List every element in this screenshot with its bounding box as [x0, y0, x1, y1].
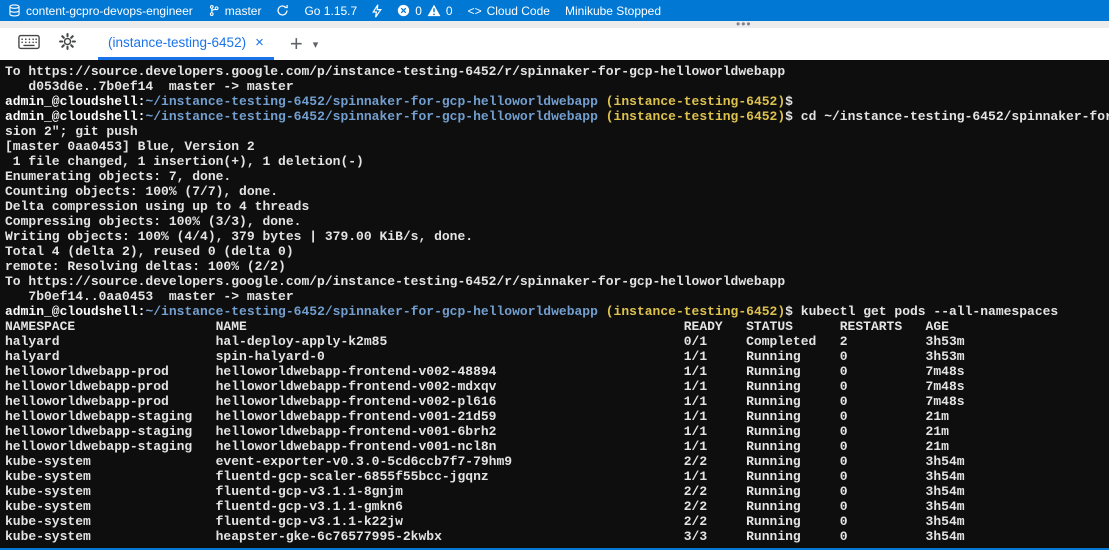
tab-terminal-instance-testing-6452[interactable]: (instance-testing-6452) × — [98, 28, 274, 60]
lightning-icon — [372, 4, 382, 18]
pods-table-row: helloworldwebapp-staging helloworldwebap… — [5, 424, 1109, 439]
terminal-line: Enumerating objects: 7, done. — [5, 169, 1109, 184]
terminal-tabbar: ••• (instance-testing-6452) × — [0, 21, 1109, 60]
pods-table-row: helloworldwebapp-prod helloworldwebapp-f… — [5, 364, 1109, 379]
go-version-label: Go 1.15.7 — [304, 4, 357, 18]
terminal-line: Counting objects: 100% (7/7), done. — [5, 184, 1109, 199]
terminal-line: 1 file changed, 1 insertion(+), 1 deleti… — [5, 154, 1109, 169]
terminal-settings-button[interactable] — [54, 32, 80, 56]
sync-button[interactable] — [276, 4, 289, 17]
warning-icon — [427, 4, 441, 17]
statusbar: content-gcpro-devops-engineer master Go … — [0, 0, 1109, 21]
terminal-line: admin_@cloudshell:~/instance-testing-645… — [5, 109, 1109, 124]
terminal-line: To https://source.developers.google.com/… — [5, 64, 1109, 79]
terminal-line: d053d6e..7b0ef14 master -> master — [5, 79, 1109, 94]
warning-count: 0 — [446, 4, 453, 18]
new-terminal-button[interactable]: + — [290, 33, 303, 55]
project-label: content-gcpro-devops-engineer — [26, 4, 193, 18]
pods-table-row: helloworldwebapp-staging helloworldwebap… — [5, 409, 1109, 424]
terminal-line: admin_@cloudshell:~/instance-testing-645… — [5, 304, 1109, 319]
terminal-line: admin_@cloudshell:~/instance-testing-645… — [5, 94, 1109, 109]
chevron-down-icon[interactable]: ▾ — [313, 38, 319, 51]
error-icon — [397, 4, 410, 17]
pods-table-row: helloworldwebapp-prod helloworldwebapp-f… — [5, 394, 1109, 409]
pods-table-row: kube-system fluentd-gcp-v3.1.1-gmkn6 2/2… — [5, 499, 1109, 514]
problems-button[interactable]: 0 0 — [397, 4, 452, 18]
minikube-status-label: Minikube Stopped — [565, 4, 661, 18]
terminal-line: [master 0aa0453] Blue, Version 2 — [5, 139, 1109, 154]
pods-table-header: NAMESPACE NAME READY STATUS RESTARTS AGE — [5, 319, 1109, 334]
gear-icon — [58, 32, 77, 56]
database-icon — [8, 4, 21, 17]
pods-table-row: halyard hal-deploy-apply-k2m85 0/1 Compl… — [5, 334, 1109, 349]
git-branch-button[interactable]: master — [208, 4, 262, 18]
terminal-line: 7b0ef14..0aa0453 master -> master — [5, 289, 1109, 304]
error-count: 0 — [415, 4, 422, 18]
pods-table-row: halyard spin-halyard-0 1/1 Running 0 3h5… — [5, 349, 1109, 364]
terminal-line: sion 2"; git push — [5, 124, 1109, 139]
pods-table-row: kube-system fluentd-gcp-v3.1.1-k22jw 2/2… — [5, 514, 1109, 529]
branch-icon — [208, 4, 220, 17]
terminal-line: remote: Resolving deltas: 100% (2/2) — [5, 259, 1109, 274]
terminal-line: Total 4 (delta 2), reused 0 (delta 0) — [5, 244, 1109, 259]
branch-label: master — [225, 4, 262, 18]
code-brackets-icon: <> — [468, 5, 482, 17]
minikube-status-button[interactable]: Minikube Stopped — [565, 4, 661, 18]
terminal-line: Writing objects: 100% (4/4), 379 bytes |… — [5, 229, 1109, 244]
panel-divider: ••• — [0, 21, 1109, 28]
pods-table-row: kube-system event-exporter-v0.3.0-5cd6cc… — [5, 454, 1109, 469]
pods-table-row: helloworldwebapp-prod helloworldwebapp-f… — [5, 379, 1109, 394]
pods-table-row: kube-system fluentd-gcp-scaler-6855f55bc… — [5, 469, 1109, 484]
sync-icon — [276, 4, 289, 17]
keyboard-button[interactable] — [16, 32, 42, 56]
tab-close-icon[interactable]: × — [255, 35, 264, 50]
cloud-code-label: Cloud Code — [487, 4, 550, 18]
cloud-code-button[interactable]: <> Cloud Code — [468, 4, 550, 18]
pods-table-row: helloworldwebapp-staging helloworldwebap… — [5, 439, 1109, 454]
keyboard-icon — [18, 34, 40, 55]
pods-table-row: kube-system fluentd-gcp-v3.1.1-8gnjm 2/2… — [5, 484, 1109, 499]
pods-table-row: kube-system heapster-gke-6c76577995-2kwb… — [5, 529, 1109, 544]
terminal-line: To https://source.developers.google.com/… — [5, 274, 1109, 289]
terminal-tab-label: (instance-testing-6452) — [108, 35, 246, 50]
go-version-button[interactable]: Go 1.15.7 — [304, 4, 357, 18]
project-selector[interactable]: content-gcpro-devops-engineer — [8, 4, 193, 18]
terminal-line: Compressing objects: 100% (3/3), done. — [5, 214, 1109, 229]
lightning-button[interactable] — [372, 4, 382, 18]
terminal-output[interactable]: To https://source.developers.google.com/… — [0, 60, 1109, 548]
terminal-line: Delta compression using up to 4 threads — [5, 199, 1109, 214]
